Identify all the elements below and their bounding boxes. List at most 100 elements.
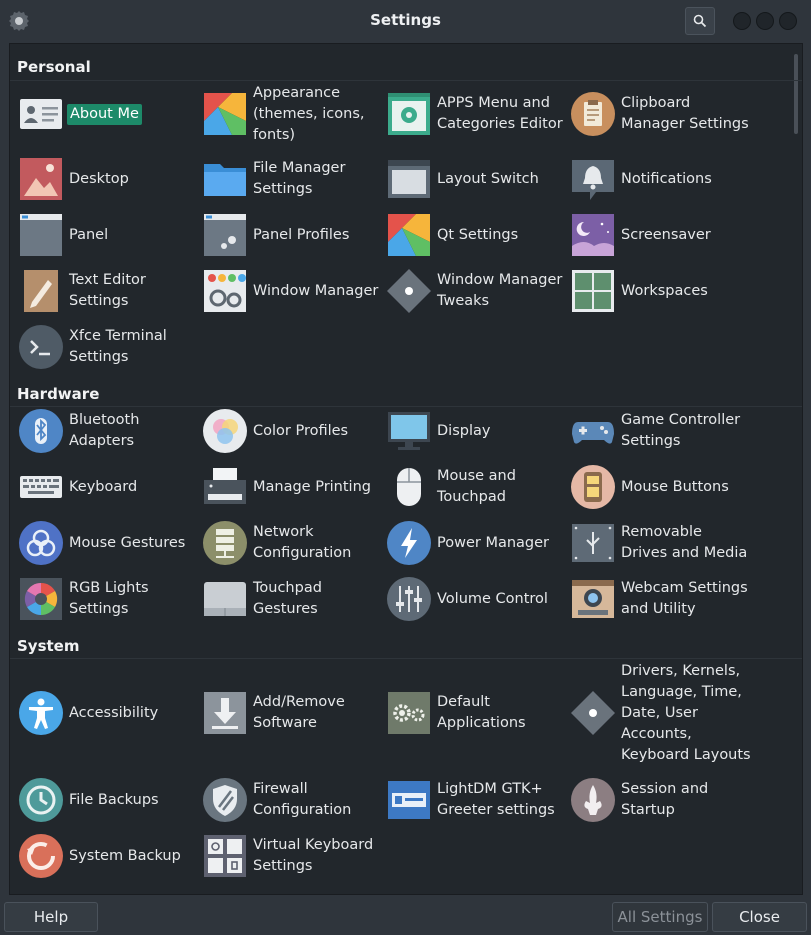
bell-icon	[572, 160, 614, 200]
section-divider	[10, 80, 802, 81]
item-clipboard[interactable]: Clipboard Manager Settings	[570, 88, 754, 140]
item-mouse-buttons[interactable]: Mouse Buttons	[570, 461, 754, 513]
item-label: Touchpad Gestures	[253, 580, 322, 617]
touchpad-icon	[204, 582, 246, 616]
item-panel-profiles[interactable]: Panel Profiles	[202, 209, 386, 261]
item-keyboard[interactable]: Keyboard	[18, 461, 202, 513]
item-lightdm-greeter[interactable]: LightDM GTK+ Greeter settings	[386, 774, 570, 826]
item-terminal[interactable]: Xfce Terminal Settings	[18, 321, 202, 373]
item-system-backup[interactable]: System Backup	[18, 830, 202, 882]
item-virtual-keyboard[interactable]: Virtual Keyboard Settings	[202, 830, 386, 882]
minimize-button[interactable]	[733, 12, 751, 30]
mouse-buttons-icon	[571, 465, 615, 509]
section-hardware: Hardware	[17, 385, 100, 403]
download-icon	[204, 692, 246, 734]
item-appearance[interactable]: Appearance (themes, icons, fonts)	[202, 85, 386, 143]
item-label: Manage Printing	[253, 478, 371, 495]
item-label: Power Manager	[437, 534, 550, 551]
item-label: File Backups	[69, 791, 159, 808]
all-settings-button[interactable]: All Settings	[612, 902, 708, 932]
item-color-profiles[interactable]: Color Profiles	[202, 405, 386, 457]
item-desktop[interactable]: Desktop	[18, 153, 202, 205]
item-mouse-gestures[interactable]: Mouse Gestures	[18, 517, 202, 569]
item-label: Accessibility	[69, 704, 159, 721]
item-panel[interactable]: Panel	[18, 209, 202, 261]
item-wm-tweaks[interactable]: Window Manager Tweaks	[386, 265, 570, 317]
search-button[interactable]	[685, 7, 715, 35]
item-qt-settings[interactable]: Qt Settings	[386, 209, 570, 261]
item-label: Drivers, Kernels, Language, Time, Date, …	[621, 662, 751, 763]
item-text-editor[interactable]: Text Editor Settings	[18, 265, 202, 317]
item-label: Bluetooth Adapters	[69, 412, 140, 449]
item-label: System Backup	[69, 847, 181, 864]
about-me-icon	[20, 99, 62, 129]
bluetooth-icon	[19, 409, 63, 453]
help-button[interactable]: Help	[4, 902, 98, 932]
item-game-controller[interactable]: Game Controller Settings	[570, 405, 754, 457]
item-layout-switch[interactable]: Layout Switch	[386, 153, 570, 205]
item-accessibility[interactable]: Accessibility	[18, 687, 202, 739]
shield-icon	[203, 778, 247, 822]
window-manager-icon	[204, 270, 246, 312]
item-file-backups[interactable]: File Backups	[18, 774, 202, 826]
power-icon	[387, 521, 431, 565]
close-window-button[interactable]	[779, 12, 797, 30]
item-label: Clipboard Manager Settings	[621, 95, 749, 132]
item-notifications[interactable]: Notifications	[570, 153, 754, 205]
section-divider	[10, 658, 802, 659]
fleur-icon	[571, 778, 615, 822]
item-window-manager[interactable]: Window Manager	[202, 265, 386, 317]
item-label: Qt Settings	[437, 226, 519, 243]
appearance-icon	[204, 93, 246, 135]
item-touchpad-gestures[interactable]: Touchpad Gestures	[202, 573, 386, 625]
item-rgb-lights[interactable]: RGB Lights Settings	[18, 573, 202, 625]
item-volume-control[interactable]: Volume Control	[386, 573, 570, 625]
item-label: Panel	[69, 226, 109, 243]
item-workspaces[interactable]: Workspaces	[570, 265, 754, 317]
item-label: Mouse and Touchpad	[437, 468, 516, 505]
item-session-startup[interactable]: Session and Startup	[570, 774, 754, 826]
close-button[interactable]: Close	[712, 902, 807, 932]
title-bar: Settings	[0, 0, 811, 42]
section-personal: Personal	[17, 58, 91, 76]
item-screensaver[interactable]: Screensaver	[570, 209, 754, 261]
item-mouse-touchpad[interactable]: Mouse and Touchpad	[386, 461, 570, 513]
maximize-button[interactable]	[756, 12, 774, 30]
item-display[interactable]: Display	[386, 405, 570, 457]
keyboard-icon	[20, 476, 62, 498]
clipboard-icon	[571, 92, 615, 136]
diamond-icon	[571, 691, 615, 735]
item-bluetooth[interactable]: Bluetooth Adapters	[18, 405, 202, 457]
item-network[interactable]: Network Configuration	[202, 517, 386, 569]
item-power-manager[interactable]: Power Manager	[386, 517, 570, 569]
printer-icon	[204, 468, 246, 504]
item-label: Workspaces	[621, 282, 708, 299]
rgb-icon	[20, 578, 62, 620]
terminal-icon	[19, 325, 63, 369]
panel-icon	[20, 214, 62, 256]
item-label: Network Configuration	[253, 524, 352, 561]
item-about-me[interactable]: About Me	[18, 88, 202, 140]
desktop-icon	[20, 158, 62, 200]
item-webcam[interactable]: Webcam Settings and Utility	[570, 573, 754, 625]
gestures-icon	[19, 521, 63, 565]
item-apps-menu[interactable]: APPS Menu and Categories Editor	[386, 88, 570, 140]
item-label: Text Editor Settings	[69, 272, 146, 309]
item-default-apps[interactable]: Default Applications	[386, 687, 570, 739]
item-firewall[interactable]: Firewall Configuration	[202, 774, 386, 826]
item-label: Xfce Terminal Settings	[69, 328, 167, 365]
folder-icon	[204, 164, 246, 196]
gamepad-icon	[572, 422, 614, 444]
item-label: Mouse Gestures	[69, 534, 186, 551]
scrollbar[interactable]	[794, 54, 798, 134]
panel-profiles-icon	[204, 214, 246, 256]
item-drivers-kernels[interactable]: Drivers, Kernels, Language, Time, Date, …	[570, 663, 754, 763]
item-removable-drives[interactable]: Removable Drives and Media	[570, 517, 754, 569]
item-label: Firewall Configuration	[253, 781, 352, 818]
item-label: File Manager Settings	[253, 160, 346, 197]
item-printing[interactable]: Manage Printing	[202, 461, 386, 513]
item-file-manager[interactable]: File Manager Settings	[202, 153, 386, 205]
item-add-remove-software[interactable]: Add/Remove Software	[202, 687, 386, 739]
item-label: Volume Control	[437, 590, 548, 607]
color-profiles-icon	[203, 409, 247, 453]
